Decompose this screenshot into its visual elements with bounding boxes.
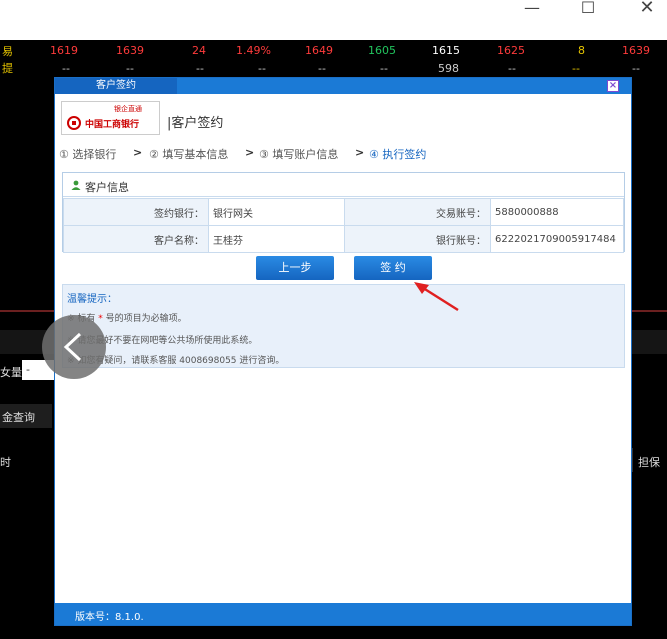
quote-cell: 598 [438,62,459,75]
step-arrow-icon: > [133,146,143,159]
step-select-bank: ① 选择银行 [59,148,117,161]
quote-cell: -- [196,62,204,75]
tip-text: 号的项目为必输项。 [105,314,187,324]
sign-bank-value: 银行网关 [208,198,345,226]
customer-name-label: 客户名称： [63,225,209,253]
quote-cell: 8 [578,44,585,57]
quote-cell: -- [380,62,388,75]
previous-step-button[interactable]: 上一步 [256,256,334,280]
version-label: 版本号：8.1.0. [75,612,144,623]
background-column-divider [632,448,667,472]
dialog-header: 客户签约 × [55,78,631,94]
step-execute-sign: ④ 执行签约 [369,148,427,161]
required-star: * [98,314,103,324]
background-query-label: 金查询 [2,411,35,424]
table-row: 客户名称： 王桂芬 银行账号： 6222021709005917484 [63,225,624,253]
viewer-previous-button[interactable] [42,315,106,379]
step-account-info: ③ 填写账户信息 [259,148,339,161]
quote-strip: 易 提 1619 1639 24 1.49% 1649 1605 1615 16… [0,40,667,78]
quote-cell: -- [318,62,326,75]
customer-name-value: 王桂芬 [208,225,345,253]
quote-cell: 1.49% [236,44,271,57]
quote-cell: -- [632,62,640,75]
step-arrow-icon: > [245,146,255,159]
background-column-header: 时 [0,456,11,469]
quote-cell: -- [126,62,134,75]
customer-info-header: 客户信息 [63,173,624,197]
sign-contract-dialog: 客户签约 × 银企直通 中国工商银行 |客户签约 ① 选择银行 > ② 填写基本… [54,77,632,626]
maximize-icon[interactable]: ☐ [568,0,608,16]
annotation-arrow-icon [414,282,459,312]
person-icon [71,180,81,190]
quote-cell: -- [572,62,580,75]
dialog-close-icon[interactable]: × [607,80,619,92]
close-icon[interactable]: ✕ [627,0,667,17]
tips-panel: 温馨提示： ※ 标有 * 号的项目为必输项。 ※ 请您最好不要在网吧等公共场所使… [62,284,625,368]
background-query-tab[interactable]: 金查询 [0,404,52,428]
customer-info-panel: 客户信息 签约银行： 银行网关 交易账号： 5880000888 客户名称： 王… [62,172,625,253]
quote-cell: 1605 [368,44,396,57]
background-qty-value: - [26,363,30,376]
quote-cell: 1625 [497,44,525,57]
quote-cell: 1615 [432,44,460,57]
page-title: |客户签约 [167,116,224,131]
dialog-footer: 版本号：8.1.0. [55,603,631,625]
step-basic-info: ② 填写基本信息 [149,148,229,161]
quote-cell: 24 [192,44,206,57]
bank-logo: 银企直通 中国工商银行 [61,101,160,135]
background-qty-label: 女量 [0,366,22,379]
quote-cell: -- [508,62,516,75]
quote-cell: -- [62,62,70,75]
customer-info-title: 客户信息 [85,181,129,194]
quote-cell: 1639 [116,44,144,57]
customer-info-table: 签约银行： 银行网关 交易账号： 5880000888 客户名称： 王桂芬 银行… [63,198,624,253]
tips-title: 温馨提示： [67,294,117,305]
quote-cell: -- [258,62,266,75]
quote-row: 1619 1639 24 1.49% 1649 1605 1615 1625 8… [0,44,667,60]
quote-cell: 1639 [622,44,650,57]
icbc-seal-icon [67,116,81,130]
bank-account-label: 银行账号： [344,225,491,253]
quote-cell: 1649 [305,44,333,57]
step-arrow-icon: > [355,146,365,159]
trade-account-label: 交易账号： [344,198,491,226]
logo-bank-name: 中国工商银行 [85,120,140,130]
quote-cell: 1619 [50,44,78,57]
chevron-left-icon [63,332,82,362]
table-row: 签约银行： 银行网关 交易账号： 5880000888 [63,198,624,226]
bank-account-value: 6222021709005917484 [490,225,624,253]
logo-subtitle: 银企直通 [114,105,142,113]
dialog-tab-title[interactable]: 客户签约 [55,78,177,94]
sign-button[interactable]: 签 约 [354,256,432,280]
trade-account-value: 5880000888 [490,198,624,226]
quote-row: -- -- -- -- -- -- 598 -- -- -- [0,62,667,78]
sign-bank-label: 签约银行： [63,198,209,226]
minimize-icon[interactable]: — [512,0,552,16]
window-titlebar: — ☐ ✕ [0,0,667,40]
